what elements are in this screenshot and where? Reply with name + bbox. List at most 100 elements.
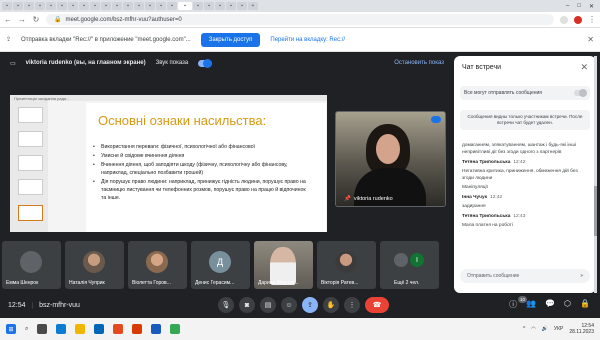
profile-icon[interactable] xyxy=(574,15,582,24)
back-icon[interactable]: ← xyxy=(4,15,12,24)
presenter-name: viktoria rudenko (вы, на главном экране) xyxy=(25,60,146,66)
windows-start-icon[interactable]: ⊞ xyxy=(6,324,16,334)
browser-tab[interactable]: ▪ xyxy=(167,2,177,10)
task-view-icon[interactable] xyxy=(37,324,48,334)
sound-toggle[interactable] xyxy=(198,58,213,68)
chat-panel: Чат встречи ✕ Все могут отправлять сообщ… xyxy=(454,56,596,293)
participant-tile[interactable]: Віолетта Горов... xyxy=(128,241,187,289)
browser-tab[interactable]: ▪ xyxy=(193,2,203,10)
chat-icon[interactable]: 💬 xyxy=(545,299,555,310)
edge-icon[interactable] xyxy=(56,324,67,334)
participant-tile[interactable]: Вікторія Ратев... xyxy=(317,241,376,289)
chat-message-text: домаганням, злякатуванням, шантаж і будь… xyxy=(462,143,576,155)
slide-thumbnail[interactable] xyxy=(18,131,43,147)
chat-input[interactable]: Отправить сообщение ➤ xyxy=(460,269,590,283)
browser-tab[interactable]: ▪ xyxy=(2,2,12,10)
close-icon[interactable]: ✕ xyxy=(587,35,594,44)
system-clock[interactable]: 12:54 28.11.2023 xyxy=(569,323,594,335)
extension-icon[interactable] xyxy=(560,15,568,24)
present-button[interactable]: ⇪ xyxy=(302,297,318,313)
participant-tile[interactable]: Д Денис Герасим... xyxy=(191,241,250,289)
slide-thumbnail-selected[interactable] xyxy=(18,205,43,221)
stop-sharing-button[interactable]: Закрыть доступ xyxy=(200,32,261,47)
leave-call-button[interactable]: ☎ xyxy=(365,297,389,313)
browser-tab[interactable]: ▪ xyxy=(145,2,155,10)
powerpoint-icon[interactable] xyxy=(132,324,143,334)
lock-icon[interactable]: 🔒 xyxy=(580,299,590,310)
reload-icon[interactable]: ↻ xyxy=(32,15,40,24)
chat-message-text: задирання xyxy=(462,204,486,209)
browser-tab[interactable]: ▪ xyxy=(13,2,23,10)
raise-hand-button[interactable]: ✋ xyxy=(323,297,339,313)
activities-icon[interactable]: ⬡ xyxy=(564,299,571,310)
switch-tab-link[interactable]: Перейти на вкладку: Rec:// xyxy=(270,37,345,43)
presenting-bar: ▭ viktoria rudenko (вы, на главном экран… xyxy=(0,52,454,74)
browser-tab[interactable]: ▪ xyxy=(46,2,56,10)
maximize-icon[interactable]: □ xyxy=(577,3,581,10)
browser-tab[interactable]: ▪ xyxy=(134,2,144,10)
participant-tile[interactable]: Дарина Марчев... xyxy=(254,241,313,289)
office-icon[interactable] xyxy=(113,324,124,334)
camera-button[interactable]: ◙ xyxy=(239,297,255,313)
wifi-icon[interactable]: ◠ xyxy=(531,326,535,332)
address-bar[interactable]: 🔒 meet.google.com/bsz-mfhr-vuu?authuser=… xyxy=(46,14,554,25)
avatar: І xyxy=(410,253,424,267)
permission-toggle[interactable] xyxy=(574,89,587,97)
explorer-icon[interactable] xyxy=(75,324,86,334)
more-participants-tile[interactable]: І Ещё 2 чел. xyxy=(380,241,439,289)
browser-tab[interactable]: ▪ xyxy=(35,2,45,10)
forward-icon[interactable]: → xyxy=(18,15,26,24)
info-icon[interactable]: ⓘ xyxy=(509,299,517,310)
browser-tab[interactable]: ▪ xyxy=(24,2,34,10)
slide-thumbnail[interactable] xyxy=(18,179,43,195)
browser-tab[interactable]: ▪ xyxy=(90,2,100,10)
browser-tab[interactable]: ▪ xyxy=(79,2,89,10)
browser-tab[interactable]: ▪ xyxy=(68,2,78,10)
avatar xyxy=(394,253,408,267)
browser-tab[interactable]: ▪ xyxy=(226,2,236,10)
people-icon[interactable]: 👥 xyxy=(526,299,536,310)
browser-tab[interactable]: ▪ xyxy=(123,2,133,10)
search-icon[interactable]: ⌕ xyxy=(25,326,28,333)
language-indicator[interactable]: УКР xyxy=(554,326,563,332)
store-icon[interactable] xyxy=(94,324,105,334)
self-video-tile[interactable]: 📌 viktoria rudenko xyxy=(335,111,446,207)
volume-icon[interactable]: 🔊 xyxy=(542,326,548,332)
chevron-up-icon[interactable]: ^ xyxy=(523,326,525,332)
mic-button[interactable]: 🎙 xyxy=(218,297,234,313)
chat-time: 12:42 xyxy=(490,195,503,200)
page-scrollbar[interactable] xyxy=(594,56,597,293)
participant-tile[interactable]: Емма Шенрок xyxy=(2,241,61,289)
browser-tab-active[interactable]: ▪ xyxy=(178,2,192,10)
captions-button[interactable]: ▤ xyxy=(260,297,276,313)
browser-tab[interactable]: ▪ xyxy=(57,2,67,10)
chrome-icon[interactable] xyxy=(170,324,181,334)
minimize-icon[interactable]: – xyxy=(566,3,569,10)
participant-name: Віолетта Горов... xyxy=(132,280,171,286)
reactions-button[interactable]: ☺ xyxy=(281,297,297,313)
chat-message-text: Маніпуляції xyxy=(462,185,488,190)
more-icon: ⋮ xyxy=(348,302,356,309)
browser-tab[interactable]: ▪ xyxy=(101,2,111,10)
menu-icon[interactable]: ⋮ xyxy=(588,15,596,24)
participant-tile[interactable]: Наталія Чуприк xyxy=(65,241,124,289)
browser-tab[interactable]: ▪ xyxy=(237,2,247,10)
stop-presenting-button[interactable]: Остановить показ xyxy=(394,60,444,66)
word-icon[interactable] xyxy=(151,324,162,334)
slide-thumbnail[interactable] xyxy=(18,107,43,123)
slide-window-title: Презентація засідання ради... xyxy=(10,95,327,101)
close-icon[interactable]: ✕ xyxy=(580,62,588,73)
close-icon[interactable]: ✕ xyxy=(589,3,594,10)
browser-tab[interactable]: ▪ xyxy=(215,2,225,10)
scrollbar-thumb[interactable] xyxy=(594,186,597,236)
send-icon[interactable]: ➤ xyxy=(580,273,584,279)
url-text: meet.google.com/bsz-mfhr-vuu?authuser=0 xyxy=(65,16,182,23)
present-screen-icon: ▭ xyxy=(10,60,16,67)
browser-tab[interactable]: ▪ xyxy=(204,2,214,10)
new-tab-button[interactable]: + xyxy=(248,2,258,10)
window-controls: – □ ✕ xyxy=(566,3,598,10)
slide-thumbnail[interactable] xyxy=(18,155,43,171)
browser-tab[interactable]: ▪ xyxy=(156,2,166,10)
more-options-button[interactable]: ⋮ xyxy=(344,297,360,313)
browser-tab[interactable]: ▪ xyxy=(112,2,122,10)
